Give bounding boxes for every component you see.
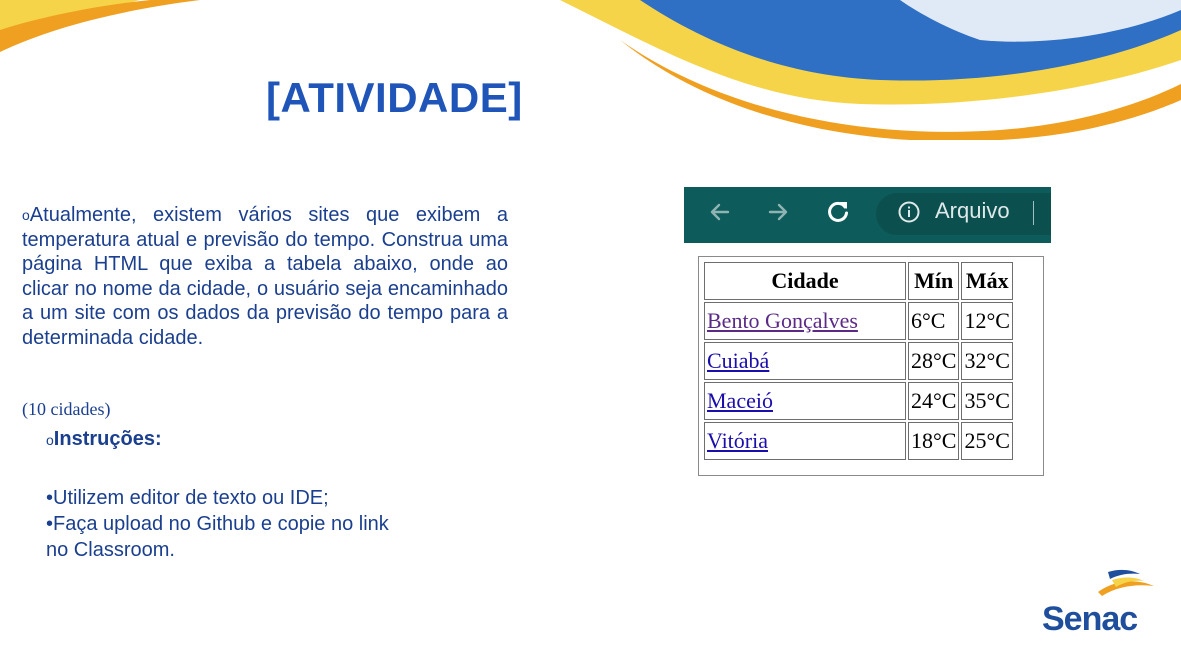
city-cell: Cuiabá [704,342,906,380]
reload-icon[interactable] [824,198,852,226]
city-cell: Vitória [704,422,906,460]
address-label: Arquivo [935,198,1010,223]
table-row: Bento Gonçalves 6°C 12°C [704,302,1013,340]
instructions-bullet: o [46,432,54,448]
max-cell: 25°C [961,422,1013,460]
instructions-heading-label: Instruções: [53,428,162,450]
info-icon[interactable] [897,200,921,224]
activity-description: oAtualmente, existem vários sites que ex… [22,203,508,350]
city-cell: Bento Gonçalves [704,302,906,340]
weather-table: Cidade Mín Máx Bento Gonçalves 6°C 12°C … [702,260,1015,462]
max-cell: 12°C [961,302,1013,340]
description-bullet: o [22,207,30,223]
instruction-item: •Faça upload no Github e copie no link [46,513,389,535]
address-separator [1033,201,1034,225]
max-cell: 35°C [961,382,1013,420]
arrow-right-icon[interactable] [764,198,792,226]
city-link-vitoria[interactable]: Vitória [707,428,768,453]
description-text: Atualmente, existem vários sites que exi… [22,204,508,349]
instruction-item: no Classroom. [46,539,175,561]
header-city: Cidade [704,262,906,300]
instructions-heading: oInstruções: [46,428,162,451]
min-cell: 24°C [908,382,960,420]
instructions-list: •Utilizem editor de texto ou IDE; •Faça … [46,485,466,563]
city-link-maceio[interactable]: Maceió [707,388,773,413]
table-row: Maceió 24°C 35°C [704,382,1013,420]
min-cell: 18°C [908,422,960,460]
city-link-cuiaba[interactable]: Cuiabá [707,348,769,373]
city-link-bento-goncalves[interactable]: Bento Gonçalves [707,308,858,333]
city-count-note: (10 cidades) [22,399,111,419]
min-cell: 28°C [908,342,960,380]
weather-table-frame: Cidade Mín Máx Bento Gonçalves 6°C 12°C … [698,256,1044,476]
table-row: Cuiabá 28°C 32°C [704,342,1013,380]
slide-title: [ATIVIDADE] [266,74,523,121]
header-max: Máx [961,262,1013,300]
city-cell: Maceió [704,382,906,420]
header-min: Mín [908,262,960,300]
min-cell: 6°C [908,302,960,340]
senac-logo: Senac [1042,569,1154,638]
header-wave-banner [0,0,1181,140]
arrow-left-icon[interactable] [706,198,734,226]
instruction-item: •Utilizem editor de texto ou IDE; [46,487,329,509]
table-row: Vitória 18°C 25°C [704,422,1013,460]
senac-logo-text: Senac [1042,600,1137,638]
table-header-row: Cidade Mín Máx [704,262,1013,300]
max-cell: 32°C [961,342,1013,380]
